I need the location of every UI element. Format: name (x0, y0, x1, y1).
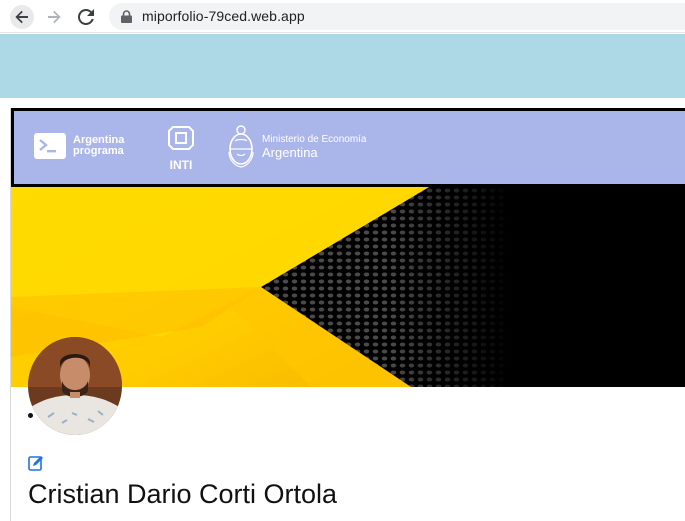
browser-toolbar: miporfolio-79ced.web.app (0, 0, 685, 33)
back-button[interactable] (10, 5, 34, 29)
edit-pencil-icon (28, 456, 43, 471)
profile-photo (28, 337, 122, 435)
list-bullet (28, 413, 33, 418)
argentina-coat-of-arms-icon (228, 125, 254, 168)
edit-profile-button[interactable] (28, 455, 44, 471)
argentina-programa-logo: Argentina programa (34, 133, 124, 159)
reload-icon (78, 9, 94, 25)
argentina-programa-line2: programa (73, 145, 124, 157)
inti-label: INTI (169, 158, 193, 172)
inti-emblem-icon (168, 126, 194, 150)
sponsors-header: Argentina programa INTI Ministerio de Ec… (11, 108, 685, 187)
back-arrow-icon (15, 10, 28, 24)
profile-name: Cristian Dario Corti Ortola (28, 479, 338, 509)
inti-logo: INTI (164, 125, 198, 172)
reload-button[interactable] (74, 5, 98, 29)
url-text: miporfolio-79ced.web.app (142, 8, 305, 24)
forward-button[interactable] (42, 5, 66, 29)
profile-avatar (28, 337, 122, 435)
lock-icon (121, 10, 132, 23)
forward-arrow-icon (48, 10, 61, 24)
terminal-icon (34, 133, 66, 159)
ministerio-economia-logo: Ministerio de Economía Argentina (226, 124, 367, 170)
ministerio-line2: Argentina (262, 145, 318, 160)
address-bar[interactable]: miporfolio-79ced.web.app (109, 3, 685, 30)
top-navbar-band (0, 34, 685, 98)
